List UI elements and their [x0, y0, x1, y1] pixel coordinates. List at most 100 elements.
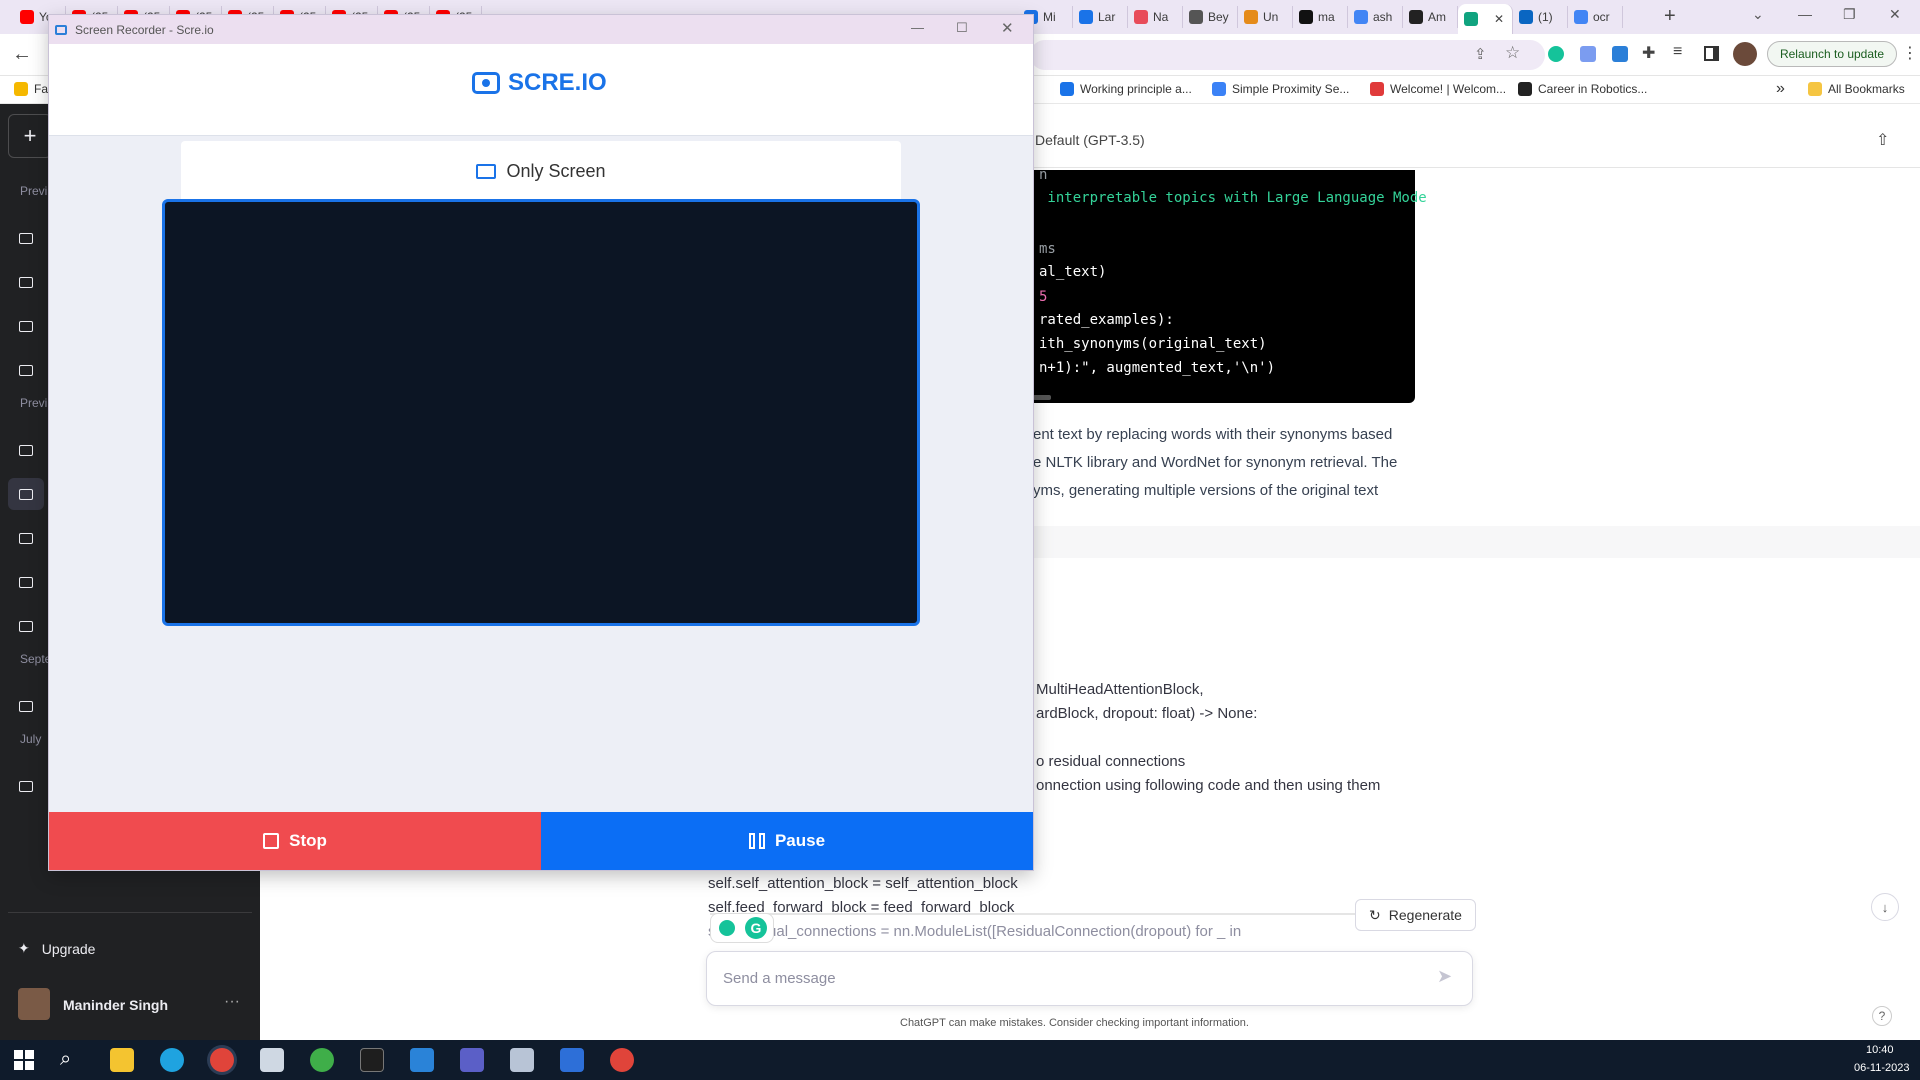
- tab-favicon: [1299, 10, 1313, 24]
- bookmark-item[interactable]: Working principle a...: [1060, 82, 1192, 96]
- tab-search-icon[interactable]: ⌄: [1752, 6, 1764, 23]
- chat-bubble-icon: [19, 488, 33, 500]
- address-bar[interactable]: [1030, 40, 1545, 70]
- pause-icon: [748, 833, 765, 849]
- sidebar-chat-item[interactable]: [8, 354, 44, 386]
- chat-bubble-icon: [19, 620, 33, 632]
- share-icon[interactable]: ⇪: [1474, 45, 1487, 63]
- pause-button[interactable]: Pause: [541, 812, 1033, 870]
- chrome-icon[interactable]: [210, 1048, 234, 1072]
- sidebar-chat-item[interactable]: [8, 522, 44, 554]
- all-bookmarks-link[interactable]: All Bookmarks: [1828, 82, 1905, 96]
- restore-icon[interactable]: ❐: [1843, 6, 1856, 23]
- minimize-icon[interactable]: —: [911, 20, 924, 35]
- screen-preview: [162, 199, 920, 626]
- media-icon[interactable]: ≡: [1673, 43, 1682, 61]
- browser-tab-active[interactable]: ✕: [1458, 4, 1513, 34]
- code-scrollbar[interactable]: [1033, 395, 1051, 400]
- close-icon[interactable]: ✕: [1001, 19, 1014, 37]
- browser-tab[interactable]: (1): [1513, 6, 1568, 28]
- terminal-icon[interactable]: [360, 1048, 384, 1072]
- message-input-box[interactable]: Send a message ➤: [706, 951, 1473, 1006]
- new-chat-button[interactable]: +: [8, 114, 52, 158]
- side-panel-icon[interactable]: [1704, 46, 1719, 61]
- snipping-tool-icon[interactable]: [260, 1048, 284, 1072]
- close-tab-icon[interactable]: ✕: [1494, 12, 1504, 26]
- relaunch-button[interactable]: Relaunch to update: [1767, 41, 1897, 67]
- help-button[interactable]: ?: [1872, 1006, 1892, 1026]
- menu-kebab-icon[interactable]: ⋮: [1902, 43, 1918, 63]
- message-input[interactable]: Send a message: [723, 970, 836, 987]
- edge-icon[interactable]: [160, 1048, 184, 1072]
- browser-tab[interactable]: ma: [1293, 6, 1348, 28]
- sidebar-chat-item[interactable]: [8, 310, 44, 342]
- browser-tab[interactable]: ocr: [1568, 6, 1623, 28]
- minimize-icon[interactable]: —: [1798, 6, 1812, 22]
- tab-label: Bey: [1208, 10, 1229, 24]
- sidebar-chat-item[interactable]: [8, 610, 44, 642]
- file-explorer-icon[interactable]: [110, 1048, 134, 1072]
- extension-icon[interactable]: [1580, 46, 1596, 62]
- send-icon[interactable]: ➤: [1437, 966, 1452, 987]
- app-icon[interactable]: [510, 1048, 534, 1072]
- user-text-line: MultiHeadAttentionBlock,: [1036, 681, 1204, 698]
- search-icon[interactable]: ⌕: [60, 1048, 84, 1072]
- user-menu-icon[interactable]: ···: [224, 993, 240, 1011]
- sidebar-chat-item[interactable]: [8, 222, 44, 254]
- bookmark-item[interactable]: Career in Robotics...: [1518, 82, 1647, 96]
- clock-date[interactable]: 06-11-2023: [1854, 1062, 1909, 1074]
- puzzle-icon[interactable]: ✚: [1642, 43, 1655, 63]
- tab-favicon: [1134, 10, 1148, 24]
- profile-avatar[interactable]: [1733, 42, 1757, 66]
- refresh-icon: ↻: [1369, 906, 1381, 923]
- share-chat-icon[interactable]: ⇧: [1876, 130, 1889, 150]
- grammarly-widget[interactable]: G: [710, 913, 774, 943]
- sidebar-chat-item[interactable]: [8, 566, 44, 598]
- app-icon[interactable]: [310, 1048, 334, 1072]
- sidebar-chat-item[interactable]: [8, 478, 44, 510]
- user-name[interactable]: Maninder Singh: [63, 997, 168, 1013]
- regenerate-button[interactable]: ↻ Regenerate: [1355, 899, 1476, 931]
- folder-icon: [14, 82, 28, 96]
- chrome-icon[interactable]: [610, 1048, 634, 1072]
- browser-tab[interactable]: Am: [1403, 6, 1458, 28]
- teams-icon[interactable]: [460, 1048, 484, 1072]
- screen-recorder-taskbar-icon[interactable]: [560, 1048, 584, 1072]
- sidebar-chat-item[interactable]: [8, 434, 44, 466]
- browser-tab[interactable]: Na: [1128, 6, 1183, 28]
- maximize-icon[interactable]: ☐: [956, 20, 968, 36]
- vscode-icon[interactable]: [410, 1048, 434, 1072]
- upgrade-label: Upgrade: [41, 940, 96, 957]
- star-icon[interactable]: ☆: [1505, 43, 1520, 63]
- pause-label: Pause: [774, 831, 826, 850]
- sparkle-icon: ✦: [18, 940, 30, 956]
- chat-bubble-icon: [19, 232, 33, 244]
- windows-taskbar: ⌕ 10:40 06-11-2023: [0, 1040, 1920, 1080]
- browser-tab[interactable]: ash: [1348, 6, 1403, 28]
- sidebar-chat-item[interactable]: [8, 690, 44, 722]
- bookmark-item[interactable]: Welcome! | Welcom...: [1370, 82, 1506, 96]
- stop-button[interactable]: Stop: [49, 812, 541, 870]
- browser-tab[interactable]: Un: [1238, 6, 1293, 28]
- bookmark-folder-label[interactable]: Fa: [34, 82, 48, 96]
- close-icon[interactable]: ✕: [1889, 6, 1901, 23]
- avatar[interactable]: [18, 988, 50, 1020]
- recording-mode-selector[interactable]: Only Screen: [181, 141, 901, 201]
- sidebar-chat-item[interactable]: [8, 770, 44, 802]
- bookmark-item[interactable]: Simple Proximity Se...: [1212, 82, 1349, 96]
- upgrade-button[interactable]: ✦ Upgrade: [18, 940, 95, 957]
- bookmarks-more-icon[interactable]: »: [1776, 80, 1785, 98]
- code-line: n+1):", augmented_text,'\n'): [1039, 360, 1276, 376]
- sidebar-chat-item[interactable]: [8, 266, 44, 298]
- back-arrow-icon[interactable]: ←: [12, 43, 32, 66]
- browser-tab[interactable]: Bey: [1183, 6, 1238, 28]
- windows-start-icon[interactable]: [12, 1048, 36, 1072]
- chat-bubble-icon: [19, 364, 33, 376]
- clock-time[interactable]: 10:40: [1866, 1044, 1894, 1056]
- screen-recorder-extension-icon[interactable]: [1612, 46, 1628, 62]
- new-tab-button[interactable]: +: [1664, 5, 1676, 28]
- scroll-down-button[interactable]: ↓: [1871, 893, 1899, 921]
- recorder-titlebar: Screen Recorder - Scre.io — ☐ ✕: [49, 15, 1033, 44]
- grammarly-extension-icon[interactable]: [1548, 46, 1564, 62]
- browser-tab[interactable]: Lar: [1073, 6, 1128, 28]
